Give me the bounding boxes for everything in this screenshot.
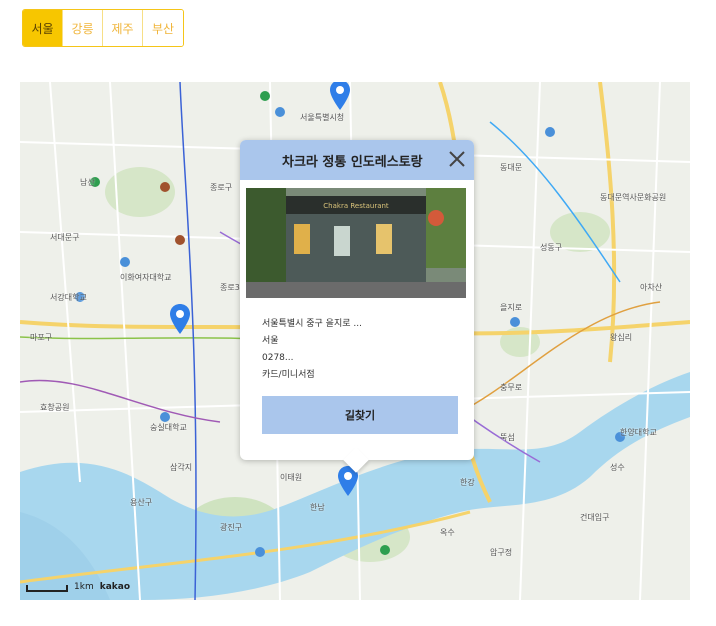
map-label: 서강대학교 bbox=[50, 293, 87, 302]
map-marker-icon[interactable] bbox=[330, 82, 350, 110]
map-label: 뚝섬 bbox=[500, 433, 515, 442]
map-label: 한강 bbox=[460, 478, 475, 487]
map-label: 광진구 bbox=[220, 523, 243, 532]
map-label: 숭실대학교 bbox=[150, 423, 187, 432]
map-label: 한양대학교 bbox=[620, 428, 657, 437]
map-label: 종로구 bbox=[210, 183, 233, 192]
region-tabs: 서울 강릉 제주 부산 bbox=[22, 9, 184, 47]
map-label: 남산 bbox=[80, 178, 95, 187]
map-label: 을지로 bbox=[500, 303, 523, 312]
map-label: 한남 bbox=[310, 503, 325, 512]
map-label: 성수 bbox=[610, 463, 625, 472]
restaurant-details: 서울특별시 중구 을지로 ... 서울 0278... 카드/미니서점 bbox=[262, 316, 362, 384]
map-label: 압구정 bbox=[490, 548, 513, 557]
map-marker-icon[interactable] bbox=[170, 304, 190, 334]
restaurant-title: 차크라 정통 인도레스토랑 bbox=[282, 154, 423, 170]
map-label: 옥수 bbox=[440, 528, 455, 537]
svg-text:Chakra Restaurant: Chakra Restaurant bbox=[323, 202, 389, 210]
restaurant-city: 서울 bbox=[262, 336, 279, 346]
restaurant-phone: 0278... bbox=[262, 353, 294, 363]
tab-gangneung[interactable]: 강릉 bbox=[63, 10, 103, 46]
map-label: 효창공원 bbox=[40, 403, 70, 412]
directions-button[interactable]: 길찾기 bbox=[262, 396, 458, 434]
info-window: 차크라 정통 인도레스토랑 Chakra Restaurant 서울특별시 중구… bbox=[240, 140, 474, 473]
restaurant-photo: Chakra Restaurant bbox=[246, 188, 466, 298]
map-label: 삼각지 bbox=[170, 463, 193, 472]
map-scale: 1km kakao bbox=[26, 582, 130, 592]
restaurant-category: 카드/미니서점 bbox=[262, 370, 315, 380]
map-label: 용산구 bbox=[130, 498, 153, 507]
map-label: 동대문역사문화공원 bbox=[600, 193, 667, 202]
info-window-header: 차크라 정통 인도레스토랑 bbox=[240, 140, 474, 180]
map-label: 이태원 bbox=[280, 473, 303, 482]
map-label: 아차산 bbox=[640, 283, 663, 292]
map-label: 서대문구 bbox=[50, 233, 80, 242]
map-label: 마포구 bbox=[30, 333, 53, 342]
map-label: 건대입구 bbox=[580, 513, 610, 522]
map-label: 왕십리 bbox=[610, 333, 633, 342]
map-label: 서울특별시청 bbox=[300, 113, 345, 122]
map-label: 이화여자대학교 bbox=[120, 273, 172, 282]
close-icon[interactable] bbox=[446, 148, 468, 170]
tab-busan[interactable]: 부산 bbox=[143, 10, 183, 46]
scale-label: 1km bbox=[74, 582, 94, 592]
tab-jeju[interactable]: 제주 bbox=[103, 10, 143, 46]
kakao-logo: kakao bbox=[99, 582, 131, 592]
tab-seoul[interactable]: 서울 bbox=[23, 10, 63, 46]
map-label: 충무로 bbox=[500, 383, 523, 392]
scale-bar bbox=[26, 585, 68, 592]
map-label: 동대문 bbox=[500, 163, 523, 172]
map-label: 성동구 bbox=[540, 243, 563, 252]
restaurant-address: 서울특별시 중구 을지로 ... bbox=[262, 319, 362, 329]
